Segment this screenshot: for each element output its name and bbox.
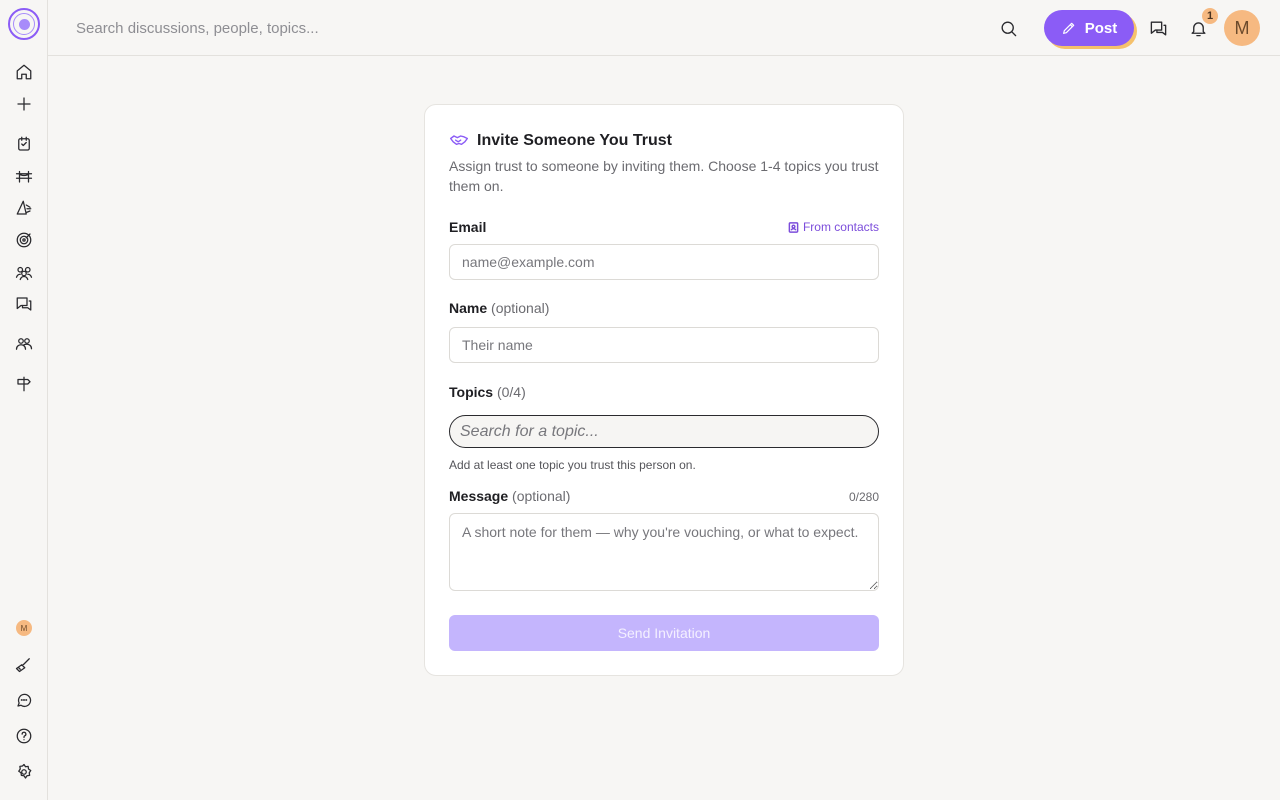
contacts-icon bbox=[788, 221, 799, 233]
global-search-input[interactable] bbox=[76, 18, 676, 38]
broom-icon[interactable] bbox=[12, 652, 36, 676]
topics-hint: Add at least one topic you trust this pe… bbox=[449, 458, 696, 472]
message-optional-note: (optional) bbox=[512, 488, 571, 504]
card-description: Assign trust to someone by inviting them… bbox=[449, 158, 879, 194]
sidebar-avatar[interactable]: M bbox=[16, 620, 32, 636]
invite-card: Invite Someone You Trust Assign trust to… bbox=[424, 104, 904, 676]
people-icon[interactable] bbox=[12, 260, 36, 284]
name-optional-note: (optional) bbox=[491, 300, 550, 316]
message-textarea[interactable] bbox=[449, 513, 879, 591]
handshake-icon bbox=[449, 135, 469, 146]
bridge-icon[interactable] bbox=[12, 164, 36, 188]
topics-label: Topics (0/4) bbox=[449, 384, 526, 400]
send-invitation-button[interactable]: Send Invitation bbox=[449, 615, 879, 651]
notification-badge: 1 bbox=[1202, 8, 1218, 24]
message-label-text: Message bbox=[449, 488, 509, 504]
user-avatar[interactable]: M bbox=[1224, 10, 1260, 46]
name-label-text: Name bbox=[449, 300, 488, 316]
help-icon[interactable] bbox=[12, 724, 36, 748]
group-icon[interactable] bbox=[12, 332, 36, 356]
chat-icon[interactable] bbox=[12, 292, 36, 316]
message-char-counter: 0/280 bbox=[848, 490, 879, 504]
signpost-icon[interactable] bbox=[12, 372, 36, 396]
name-label: Name (optional) bbox=[449, 300, 549, 316]
topic-search-input[interactable] bbox=[449, 415, 879, 448]
messages-icon[interactable] bbox=[1146, 16, 1170, 40]
post-button[interactable]: Post bbox=[1044, 10, 1134, 46]
target-icon[interactable] bbox=[12, 228, 36, 252]
name-field[interactable] bbox=[449, 327, 879, 363]
search-icon[interactable] bbox=[996, 16, 1020, 40]
card-title: Invite Someone You Trust bbox=[477, 132, 672, 149]
plus-icon[interactable] bbox=[12, 92, 36, 116]
inbox-icon[interactable] bbox=[12, 132, 36, 156]
from-contacts-label: From contacts bbox=[802, 220, 879, 234]
message-circle-icon[interactable] bbox=[12, 688, 36, 712]
home-icon[interactable] bbox=[12, 60, 36, 84]
logo-icon[interactable] bbox=[8, 8, 40, 40]
top-bar: Post 1 M bbox=[48, 0, 1280, 56]
sidebar: M bbox=[0, 0, 48, 800]
message-label: Message (optional) bbox=[449, 488, 570, 504]
email-label: Email bbox=[449, 219, 487, 235]
email-field[interactable] bbox=[449, 244, 879, 280]
sail-icon[interactable] bbox=[12, 196, 36, 220]
topics-label-text: Topics bbox=[449, 384, 494, 400]
settings-icon[interactable] bbox=[12, 760, 36, 784]
post-button-label: Post bbox=[1084, 19, 1118, 37]
topics-count: (0/4) bbox=[496, 384, 526, 400]
from-contacts-link[interactable]: From contacts bbox=[788, 220, 879, 234]
pencil-icon bbox=[1062, 22, 1075, 34]
card-header: Invite Someone You Trust bbox=[449, 131, 672, 151]
